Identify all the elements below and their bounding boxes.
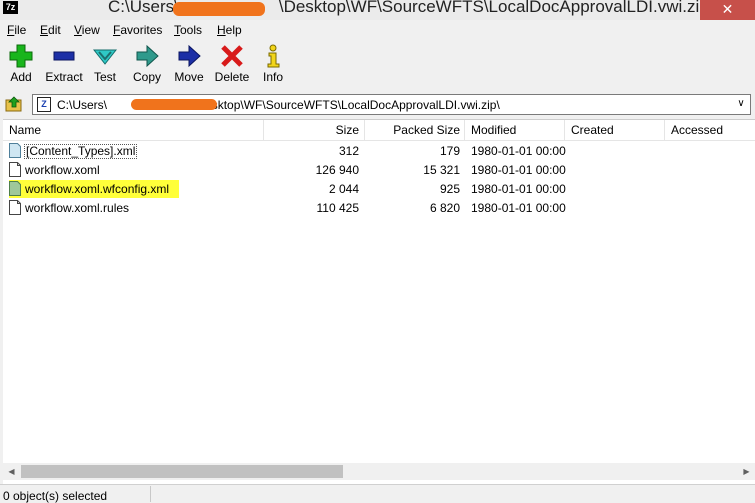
menu-favorites-label: avorites xyxy=(120,23,163,37)
file-size: 312 xyxy=(338,144,359,158)
plus-icon xyxy=(9,44,33,68)
file-row[interactable]: workflow.xoml.wfconfig.xml 2 044 925 198… xyxy=(3,180,755,199)
horizontal-scrollbar[interactable]: ◀ ▶ xyxy=(3,463,755,480)
address-path-prefix: C:\Users\ xyxy=(57,98,108,112)
move-label: Move xyxy=(174,70,204,84)
test-button[interactable]: Test xyxy=(83,44,127,84)
file-size: 2 044 xyxy=(328,182,359,196)
delete-label: Delete xyxy=(214,70,250,84)
info-label: Info xyxy=(262,70,283,84)
menu-tools[interactable]: Tools xyxy=(174,23,202,37)
menu-help-accel: H xyxy=(217,23,226,37)
file-row[interactable]: workflow.xoml.rules 110 425 6 820 1980-0… xyxy=(3,199,755,218)
extract-label: Extract xyxy=(45,70,83,84)
delete-button[interactable]: Delete xyxy=(210,44,254,84)
file-modified: 1980-01-01 00:00 xyxy=(471,182,566,196)
file-icon xyxy=(9,162,21,177)
status-divider xyxy=(150,486,151,502)
file-row[interactable]: workflow.xoml 126 940 15 321 1980-01-01 … xyxy=(3,161,755,180)
column-size[interactable]: Size xyxy=(273,123,359,137)
menu-help-label: elp xyxy=(225,23,242,37)
delete-x-icon xyxy=(221,45,243,67)
xml-file-icon xyxy=(9,143,21,158)
check-icon xyxy=(93,49,117,65)
column-modified[interactable]: Modified xyxy=(471,123,516,137)
address-input[interactable]: Z C:\Users\ \Desktop\WF\SourceWFTS\LocalD… xyxy=(32,94,751,115)
file-size: 126 940 xyxy=(315,163,359,177)
menu-edit-label: dit xyxy=(48,23,61,37)
info-icon xyxy=(267,44,280,68)
file-packed-size: 15 321 xyxy=(423,163,460,177)
file-packed-size: 179 xyxy=(439,144,460,158)
file-size: 110 425 xyxy=(316,201,360,215)
scroll-left-icon[interactable]: ◀ xyxy=(3,463,20,480)
column-divider[interactable] xyxy=(464,120,465,140)
column-divider[interactable] xyxy=(664,120,665,140)
file-icon xyxy=(9,200,21,215)
add-label: Add xyxy=(10,70,32,84)
column-header-row: Name Size Packed Size Modified Created A… xyxy=(3,120,755,141)
up-folder-icon[interactable] xyxy=(5,95,23,113)
status-bar: 0 object(s) selected xyxy=(0,484,755,503)
column-accessed[interactable]: Accessed xyxy=(671,123,723,137)
menu-view-accel: V xyxy=(74,23,82,37)
copy-arrow-icon xyxy=(136,44,159,68)
scroll-right-icon[interactable]: ▶ xyxy=(738,463,755,480)
menu-tools-label: ools xyxy=(180,23,203,37)
copy-button[interactable]: Copy xyxy=(125,44,169,84)
menu-edit-accel: E xyxy=(40,23,49,37)
window-title-suffix: \Desktop\WF\SourceWFTS\LocalDocApprovalL… xyxy=(278,0,714,16)
extract-button[interactable]: Extract xyxy=(42,44,86,84)
chevron-down-icon[interactable]: ∨ xyxy=(735,97,747,111)
close-button[interactable]: ✕ xyxy=(700,0,755,20)
file-name: [Content_Types].xml xyxy=(24,144,138,159)
copy-label: Copy xyxy=(132,70,161,84)
column-packed-size[interactable]: Packed Size xyxy=(371,123,460,137)
column-divider[interactable] xyxy=(564,120,565,140)
menu-bar: File Edit View Favorites Tools Help xyxy=(0,20,755,40)
zip-archive-icon: Z xyxy=(37,97,51,112)
redaction-mark xyxy=(131,99,217,110)
move-arrow-icon xyxy=(178,44,201,68)
add-button[interactable]: Add xyxy=(0,44,43,84)
menu-view-label: iew xyxy=(81,23,100,37)
redaction-mark xyxy=(173,2,265,16)
file-name: workflow.xoml xyxy=(25,163,100,177)
file-modified: 1980-01-01 00:00 xyxy=(471,163,566,177)
7zip-app-icon[interactable]: 7z xyxy=(3,1,18,14)
column-divider[interactable] xyxy=(263,120,264,140)
file-modified: 1980-01-01 00:00 xyxy=(471,144,566,158)
column-divider[interactable] xyxy=(364,120,365,140)
test-label: Test xyxy=(93,70,116,84)
address-bar: Z C:\Users\ \Desktop\WF\SourceWFTS\LocalD… xyxy=(0,92,755,118)
menu-file-label: ile xyxy=(14,23,27,37)
file-packed-size: 6 820 xyxy=(429,201,460,215)
file-row[interactable]: [Content_Types].xml 312 179 1980-01-01 0… xyxy=(3,142,755,161)
menu-favorites[interactable]: Favorites xyxy=(113,23,162,37)
scrollbar-thumb[interactable] xyxy=(21,465,343,478)
minus-icon xyxy=(53,51,75,61)
file-name: workflow.xoml.wfconfig.xml xyxy=(25,182,170,196)
menu-help[interactable]: Help xyxy=(217,23,242,37)
move-button[interactable]: Move xyxy=(167,44,211,84)
file-list: Name Size Packed Size Modified Created A… xyxy=(3,119,755,484)
file-name: workflow.xoml.rules xyxy=(25,201,130,215)
file-packed-size: 925 xyxy=(439,182,460,196)
column-created[interactable]: Created xyxy=(571,123,614,137)
menu-file[interactable]: File xyxy=(7,23,26,37)
file-modified: 1980-01-01 00:00 xyxy=(471,201,566,215)
title-bar: 7z C:\Users\ \Desktop\WF\SourceWFTS\Local… xyxy=(0,0,755,20)
menu-view[interactable]: View xyxy=(74,23,100,37)
menu-edit[interactable]: Edit xyxy=(40,23,61,37)
info-button[interactable]: Info xyxy=(251,44,295,84)
toolbar: Add Extract Test Copy Move Delete Info xyxy=(0,40,755,90)
xml-file-icon xyxy=(9,181,21,196)
address-path: C:\Users\ \Desktop\WF\SourceWFTS\LocalDoc… xyxy=(57,98,500,112)
window-title-prefix: C:\Users\ xyxy=(108,0,179,16)
address-path-suffix: \Desktop\WF\SourceWFTS\LocalDocApprovalL… xyxy=(193,98,500,112)
column-name[interactable]: Name xyxy=(9,123,41,137)
